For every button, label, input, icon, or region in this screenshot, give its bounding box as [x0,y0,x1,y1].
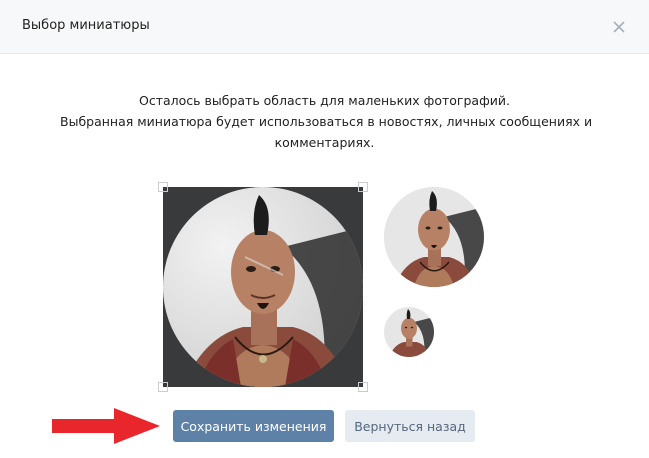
dialog-title: Выбор миниатюры [22,18,150,33]
save-changes-button[interactable]: Сохранить изменения [173,410,334,442]
description-line-3: комментариях. [274,135,375,150]
preview-small [384,307,434,357]
arrow-right-icon [52,406,164,446]
crop-circle-photo[interactable] [163,187,363,387]
crop-handle-bottom-left[interactable] [158,382,168,392]
thumbnail-crop-area[interactable] [163,187,363,387]
go-back-button[interactable]: Вернуться назад [345,410,475,442]
description-text: Осталось выбрать область для маленьких ф… [60,90,593,153]
crop-handle-top-right[interactable] [358,182,368,192]
dialog-header: Выбор миниатюры [0,0,649,54]
crop-handle-bottom-right[interactable] [358,382,368,392]
description-line-1: Осталось выбрать область для маленьких ф… [139,93,510,108]
crop-handle-top-left[interactable] [158,182,168,192]
close-icon[interactable] [608,16,630,38]
preview-large [384,187,484,287]
description-line-2: Выбранная миниатюра будет использоваться… [60,114,593,129]
